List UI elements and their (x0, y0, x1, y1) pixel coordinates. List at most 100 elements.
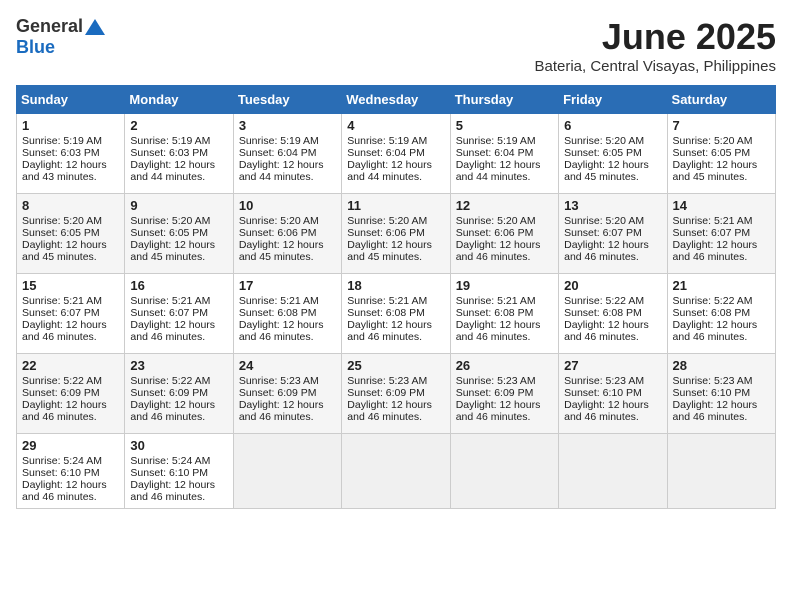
sunrise-12: Sunrise: 5:20 AM (456, 215, 536, 227)
day-number-24: 24 (239, 358, 336, 373)
day-8: 8 Sunrise: 5:20 AM Sunset: 6:05 PM Dayli… (17, 194, 125, 274)
sunset-19: Sunset: 6:08 PM (456, 307, 534, 319)
day-3: 3 Sunrise: 5:19 AM Sunset: 6:04 PM Dayli… (233, 114, 341, 194)
daylight-17: Daylight: 12 hours and 46 minutes. (239, 319, 324, 343)
daylight-24: Daylight: 12 hours and 46 minutes. (239, 399, 324, 423)
sunset-20: Sunset: 6:08 PM (564, 307, 642, 319)
day-number-17: 17 (239, 278, 336, 293)
daylight-15: Daylight: 12 hours and 46 minutes. (22, 319, 107, 343)
sunrise-9: Sunrise: 5:20 AM (130, 215, 210, 227)
sunrise-5: Sunrise: 5:19 AM (456, 135, 536, 147)
sunset-26: Sunset: 6:09 PM (456, 387, 534, 399)
col-friday: Friday (559, 86, 667, 114)
logo-blue-text: Blue (16, 37, 55, 58)
day-number-5: 5 (456, 118, 553, 133)
daylight-29: Daylight: 12 hours and 46 minutes. (22, 479, 107, 503)
day-18: 18 Sunrise: 5:21 AM Sunset: 6:08 PM Dayl… (342, 274, 450, 354)
sunset-5: Sunset: 6:04 PM (456, 147, 534, 159)
sunrise-1: Sunrise: 5:19 AM (22, 135, 102, 147)
day-number-23: 23 (130, 358, 227, 373)
col-wednesday: Wednesday (342, 86, 450, 114)
day-22: 22 Sunrise: 5:22 AM Sunset: 6:09 PM Dayl… (17, 354, 125, 434)
day-20: 20 Sunrise: 5:22 AM Sunset: 6:08 PM Dayl… (559, 274, 667, 354)
sunrise-4: Sunrise: 5:19 AM (347, 135, 427, 147)
daylight-28: Daylight: 12 hours and 46 minutes. (673, 399, 758, 423)
daylight-18: Daylight: 12 hours and 46 minutes. (347, 319, 432, 343)
sunset-7: Sunset: 6:05 PM (673, 147, 751, 159)
day-16: 16 Sunrise: 5:21 AM Sunset: 6:07 PM Dayl… (125, 274, 233, 354)
daylight-19: Daylight: 12 hours and 46 minutes. (456, 319, 541, 343)
day-number-7: 7 (673, 118, 770, 133)
day-number-22: 22 (22, 358, 119, 373)
sunrise-24: Sunrise: 5:23 AM (239, 375, 319, 387)
day-21: 21 Sunrise: 5:22 AM Sunset: 6:08 PM Dayl… (667, 274, 775, 354)
sunset-10: Sunset: 6:06 PM (239, 227, 317, 239)
month-title: June 2025 (534, 16, 776, 58)
day-number-1: 1 (22, 118, 119, 133)
day-number-27: 27 (564, 358, 661, 373)
sunset-9: Sunset: 6:05 PM (130, 227, 208, 239)
calendar-week-3: 15 Sunrise: 5:21 AM Sunset: 6:07 PM Dayl… (17, 274, 776, 354)
sunrise-27: Sunrise: 5:23 AM (564, 375, 644, 387)
daylight-13: Daylight: 12 hours and 46 minutes. (564, 239, 649, 263)
day-1: 1 Sunrise: 5:19 AM Sunset: 6:03 PM Dayli… (17, 114, 125, 194)
day-4: 4 Sunrise: 5:19 AM Sunset: 6:04 PM Dayli… (342, 114, 450, 194)
logo-general-text: General (16, 16, 83, 37)
daylight-7: Daylight: 12 hours and 45 minutes. (673, 159, 758, 183)
daylight-12: Daylight: 12 hours and 46 minutes. (456, 239, 541, 263)
sunset-25: Sunset: 6:09 PM (347, 387, 425, 399)
sunrise-29: Sunrise: 5:24 AM (22, 455, 102, 467)
daylight-20: Daylight: 12 hours and 46 minutes. (564, 319, 649, 343)
day-number-19: 19 (456, 278, 553, 293)
sunrise-2: Sunrise: 5:19 AM (130, 135, 210, 147)
sunrise-13: Sunrise: 5:20 AM (564, 215, 644, 227)
sunrise-3: Sunrise: 5:19 AM (239, 135, 319, 147)
sunset-24: Sunset: 6:09 PM (239, 387, 317, 399)
day-number-13: 13 (564, 198, 661, 213)
daylight-3: Daylight: 12 hours and 44 minutes. (239, 159, 324, 183)
day-24: 24 Sunrise: 5:23 AM Sunset: 6:09 PM Dayl… (233, 354, 341, 434)
sunset-15: Sunset: 6:07 PM (22, 307, 100, 319)
day-number-21: 21 (673, 278, 770, 293)
day-number-25: 25 (347, 358, 444, 373)
header: General Blue June 2025 Bateria, Central … (16, 16, 776, 75)
title-area: June 2025 Bateria, Central Visayas, Phil… (534, 16, 776, 75)
sunrise-19: Sunrise: 5:21 AM (456, 295, 536, 307)
day-5: 5 Sunrise: 5:19 AM Sunset: 6:04 PM Dayli… (450, 114, 558, 194)
day-19: 19 Sunrise: 5:21 AM Sunset: 6:08 PM Dayl… (450, 274, 558, 354)
location-title: Bateria, Central Visayas, Philippines (534, 58, 776, 75)
day-12: 12 Sunrise: 5:20 AM Sunset: 6:06 PM Dayl… (450, 194, 558, 274)
daylight-21: Daylight: 12 hours and 46 minutes. (673, 319, 758, 343)
day-25: 25 Sunrise: 5:23 AM Sunset: 6:09 PM Dayl… (342, 354, 450, 434)
col-monday: Monday (125, 86, 233, 114)
sunrise-28: Sunrise: 5:23 AM (673, 375, 753, 387)
daylight-6: Daylight: 12 hours and 45 minutes. (564, 159, 649, 183)
sunrise-23: Sunrise: 5:22 AM (130, 375, 210, 387)
sunset-6: Sunset: 6:05 PM (564, 147, 642, 159)
sunset-2: Sunset: 6:03 PM (130, 147, 208, 159)
day-17: 17 Sunrise: 5:21 AM Sunset: 6:08 PM Dayl… (233, 274, 341, 354)
daylight-9: Daylight: 12 hours and 45 minutes. (130, 239, 215, 263)
daylight-10: Daylight: 12 hours and 45 minutes. (239, 239, 324, 263)
sunrise-7: Sunrise: 5:20 AM (673, 135, 753, 147)
daylight-26: Daylight: 12 hours and 46 minutes. (456, 399, 541, 423)
sunset-12: Sunset: 6:06 PM (456, 227, 534, 239)
daylight-14: Daylight: 12 hours and 46 minutes. (673, 239, 758, 263)
sunset-8: Sunset: 6:05 PM (22, 227, 100, 239)
day-23: 23 Sunrise: 5:22 AM Sunset: 6:09 PM Dayl… (125, 354, 233, 434)
day-number-30: 30 (130, 438, 227, 453)
day-9: 9 Sunrise: 5:20 AM Sunset: 6:05 PM Dayli… (125, 194, 233, 274)
daylight-25: Daylight: 12 hours and 46 minutes. (347, 399, 432, 423)
day-number-9: 9 (130, 198, 227, 213)
sunrise-8: Sunrise: 5:20 AM (22, 215, 102, 227)
calendar-week-5: 29 Sunrise: 5:24 AM Sunset: 6:10 PM Dayl… (17, 434, 776, 509)
day-number-6: 6 (564, 118, 661, 133)
sunrise-15: Sunrise: 5:21 AM (22, 295, 102, 307)
empty-cell-5 (667, 434, 775, 509)
day-15: 15 Sunrise: 5:21 AM Sunset: 6:07 PM Dayl… (17, 274, 125, 354)
sunrise-16: Sunrise: 5:21 AM (130, 295, 210, 307)
daylight-4: Daylight: 12 hours and 44 minutes. (347, 159, 432, 183)
calendar-header-row: Sunday Monday Tuesday Wednesday Thursday… (17, 86, 776, 114)
logo: General Blue (16, 16, 105, 58)
day-number-4: 4 (347, 118, 444, 133)
